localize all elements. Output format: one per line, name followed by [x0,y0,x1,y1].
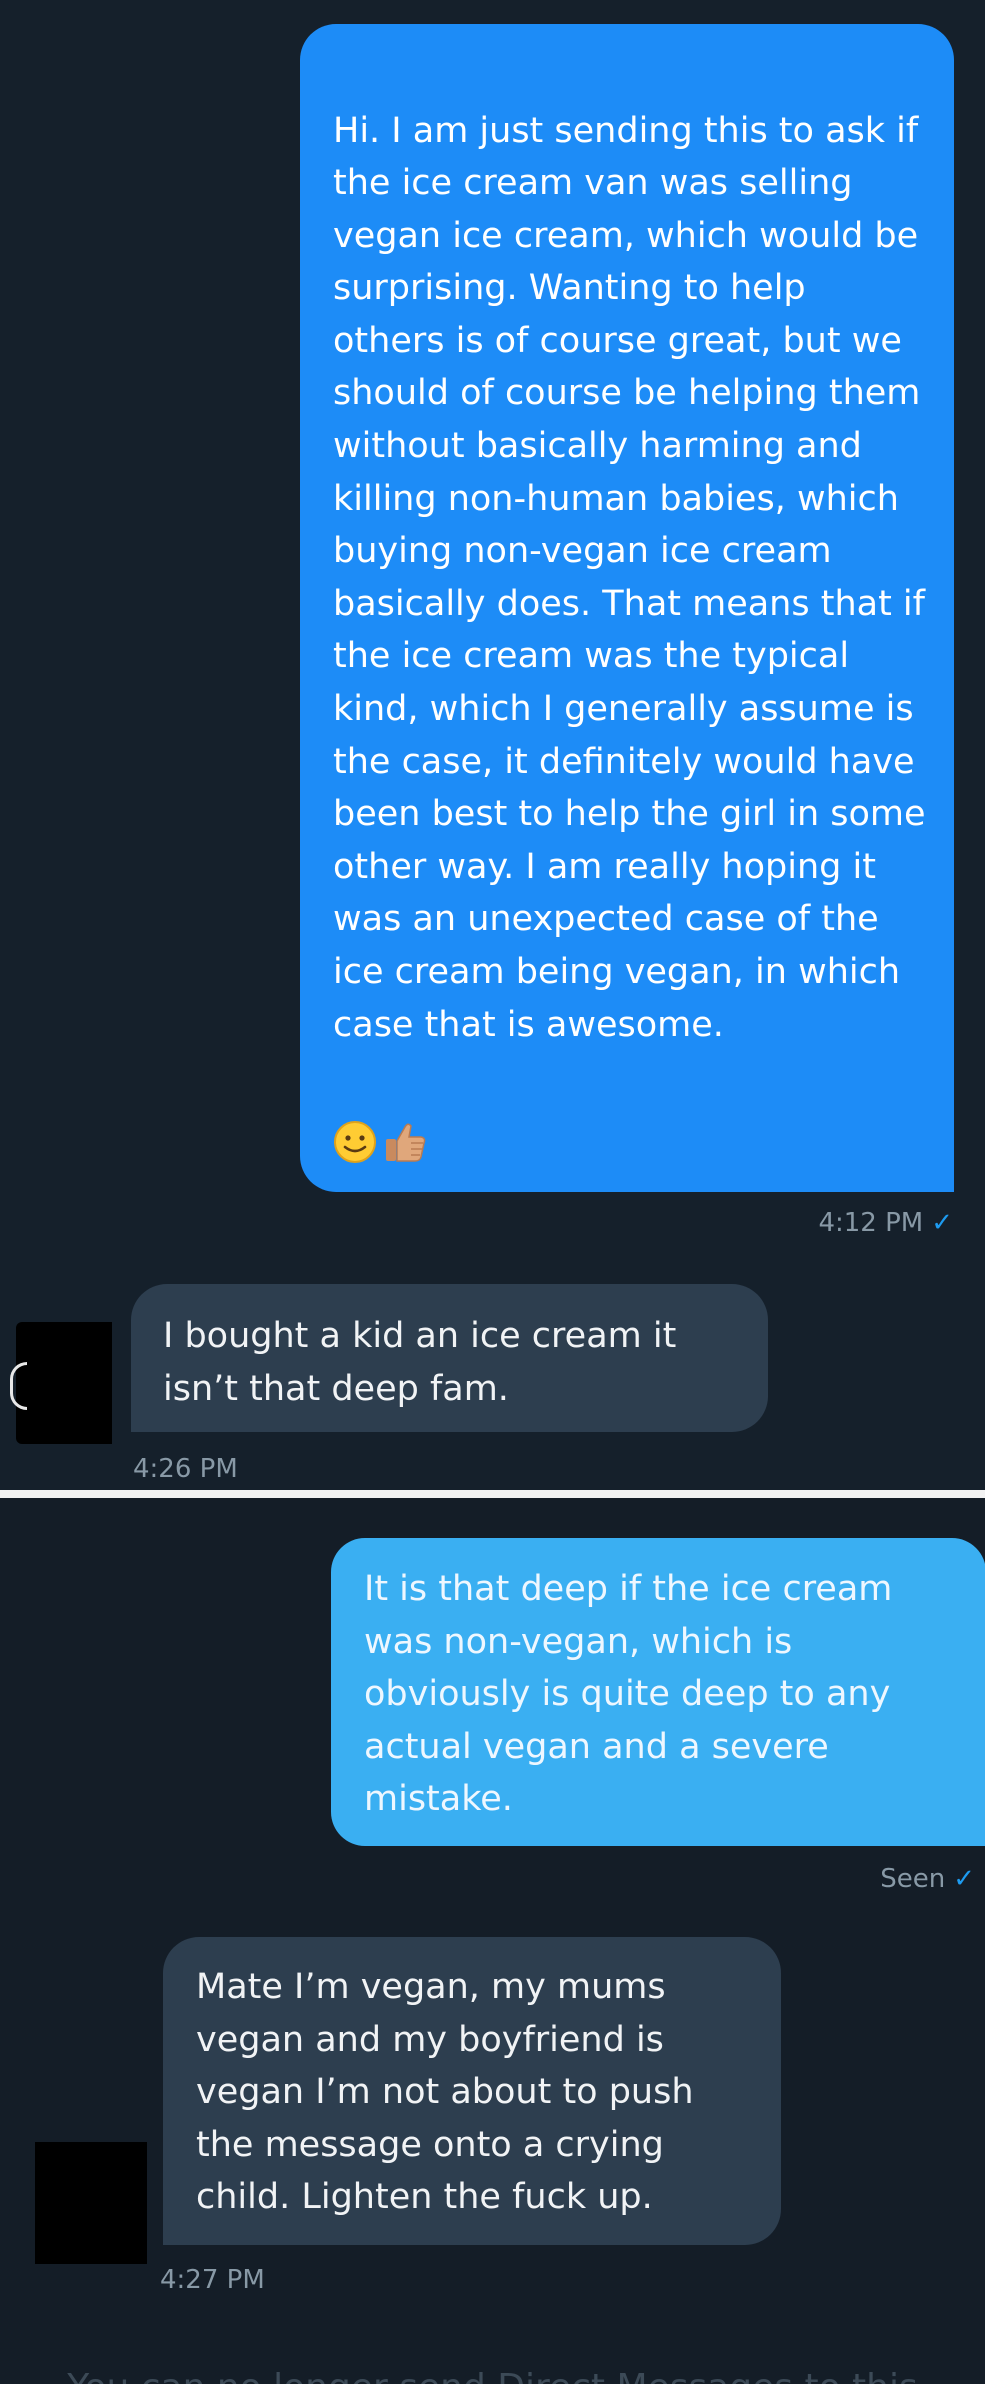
received-message-bubble[interactable]: Mate I’m vegan, my mums vegan and my boy… [163,1937,781,2245]
emoji-row [333,1112,926,1172]
screenshot-divider [0,1490,985,1498]
sent-message-bubble[interactable]: Hi. I am just sending this to ask if the… [300,24,954,1192]
redacted-avatar [10,1322,112,1444]
seen-status: Seen ✓ [880,1864,975,1894]
message-text: Hi. I am just sending this to ask if the… [333,110,926,1045]
received-message-bubble[interactable]: I bought a kid an ice cream it isn’t tha… [131,1284,768,1432]
seen-check-icon: ✓ [953,1864,975,1894]
sent-message-bubble[interactable]: It is that deep if the ice cream was non… [331,1538,985,1846]
slightly-smiling-face-icon [334,1120,376,1163]
conversation-panel-top: Hi. I am just sending this to ask if the… [0,0,985,1490]
thumbs-up-icon [386,1123,426,1162]
seen-text: Seen [880,1864,946,1894]
message-timestamp: 4:27 PM [160,2265,265,2295]
message-timestamp: 4:26 PM [133,1454,238,1484]
timestamp-text: 4:12 PM [818,1208,924,1238]
dm-disabled-notice: You can no longer send Direct Messages t… [0,2358,985,2384]
sent-check-icon: ✓ [931,1208,953,1238]
redacted-avatar [35,2142,147,2264]
message-timestamp: 4:12 PM ✓ [818,1208,953,1238]
